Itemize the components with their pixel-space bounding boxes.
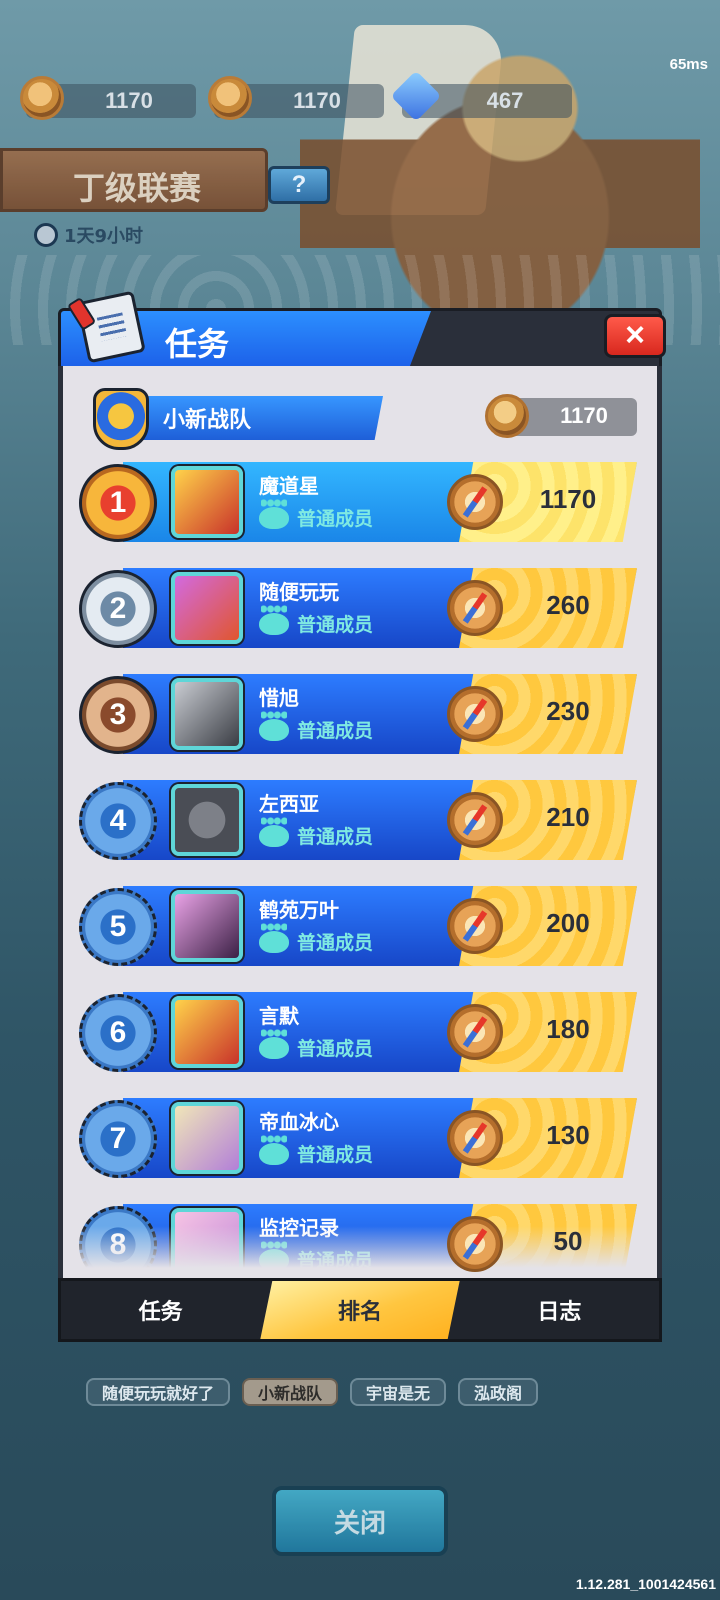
dialog-title: 任务	[165, 325, 230, 363]
resource-gem: 467	[390, 70, 572, 122]
member-score: 50	[553, 1226, 583, 1256]
avatar[interactable]	[171, 678, 243, 750]
ranking-row[interactable]: 5 鹤苑万叶 普通成员 200	[79, 886, 643, 972]
rank-gear-icon: 4	[79, 782, 157, 860]
rank-1-medal-icon: 1	[79, 464, 157, 542]
resource-value: 1170	[105, 88, 153, 113]
league-banner: 丁级联赛	[0, 148, 268, 212]
rank-2-medal-icon: 2	[79, 570, 157, 648]
paw-icon	[259, 604, 289, 635]
team-chip[interactable]: 宇宙是无	[350, 1378, 447, 1406]
compass-icon	[447, 686, 503, 742]
member-score: 210	[546, 802, 590, 832]
ranking-row[interactable]: 1 魔道星 普通成员 1170	[79, 462, 643, 548]
compass-icon	[447, 792, 503, 848]
paw-icon	[259, 498, 289, 529]
compass-coin-icon	[485, 394, 529, 438]
avatar[interactable]	[171, 890, 243, 962]
tab-ranking[interactable]: 排名	[260, 1281, 460, 1339]
member-role: 普通成员	[259, 922, 373, 955]
member-role: 普通成员	[259, 816, 373, 849]
compass-icon	[447, 1216, 503, 1272]
clock-icon	[34, 223, 58, 247]
compass-icon	[447, 1110, 503, 1166]
member-role: 普通成员	[259, 604, 373, 637]
avatar[interactable]	[171, 1102, 243, 1174]
tab-tasks[interactable]: 任务	[61, 1281, 260, 1339]
member-score: 260	[546, 590, 590, 620]
ranking-list[interactable]: 1 魔道星 普通成员 1170 2 随便玩玩 普通成员 260 3 惜旭 普通成…	[79, 462, 643, 1286]
close-button[interactable]: 关闭	[272, 1486, 448, 1556]
tab-log[interactable]: 日志	[460, 1281, 659, 1339]
dialog-header: 任务	[58, 308, 662, 370]
member-role: 普通成员	[259, 498, 373, 531]
compass-icon	[447, 1004, 503, 1060]
ranking-row[interactable]: 2 随便玩玩 普通成员 260	[79, 568, 643, 654]
gold-coin-icon	[208, 76, 252, 120]
member-role: 普通成员	[259, 1028, 373, 1061]
version-label: 1.12.281_1001424561	[575, 1576, 716, 1592]
rank-3-medal-icon: 3	[79, 676, 157, 754]
compass-coin-icon	[20, 76, 64, 120]
member-score: 180	[546, 1014, 590, 1044]
member-name: 鹤苑万叶	[259, 898, 339, 922]
rank-gear-icon: 5	[79, 888, 157, 966]
resource-gold: 1170	[208, 76, 384, 120]
member-name: 言默	[259, 1004, 299, 1028]
team-score-value: 1170	[560, 403, 608, 428]
clipboard-icon	[66, 290, 146, 364]
member-role: 普通成员	[259, 1134, 373, 1167]
close-dialog-button[interactable]: ×	[604, 314, 666, 358]
avatar[interactable]	[171, 572, 243, 644]
task-dialog: 任务 × 小新战队 1170 1 魔道星 普通成员 1170 2 随便玩玩 普通…	[58, 290, 666, 1348]
avatar[interactable]	[171, 996, 243, 1068]
ranking-row[interactable]: 4 左西亚 普通成员 210	[79, 780, 643, 866]
team-chip[interactable]: 随便玩玩就好了	[86, 1378, 231, 1406]
team-chip[interactable]: 泓政阁	[458, 1378, 539, 1406]
team-score: 1170	[485, 394, 637, 438]
member-name: 左西亚	[259, 792, 319, 816]
member-score: 1170	[539, 484, 597, 514]
resource-compass: 1170	[20, 76, 196, 120]
ranking-row[interactable]: 6 言默 普通成员 180	[79, 992, 643, 1078]
timer-text: 1天9小时	[64, 226, 144, 247]
help-button[interactable]: ?	[268, 166, 330, 204]
team-name: 小新战队	[163, 408, 252, 433]
compass-icon	[447, 580, 503, 636]
team-chip-selected[interactable]: 小新战队	[242, 1378, 339, 1406]
ranking-row[interactable]: 7 帝血冰心 普通成员 130	[79, 1098, 643, 1184]
dialog-tab-bar: 任务 排名 日志	[58, 1278, 662, 1342]
paw-icon	[259, 1134, 289, 1165]
member-name: 随便玩玩	[259, 580, 339, 604]
team-selector: 随便玩玩就好了 小新战队 宇宙是无 泓政阁	[86, 1378, 539, 1406]
member-name: 帝血冰心	[259, 1110, 339, 1134]
rank-gear-icon: 6	[79, 994, 157, 1072]
resource-value: 1170	[293, 88, 341, 113]
compass-icon	[447, 898, 503, 954]
resource-bar: 1170 1170 467	[20, 70, 572, 122]
ranking-row[interactable]: 3 惜旭 普通成员 230	[79, 674, 643, 760]
dialog-body: 小新战队 1170 1 魔道星 普通成员 1170 2 随便玩玩 普通成员 26…	[58, 366, 662, 1286]
rank-gear-icon: 7	[79, 1100, 157, 1178]
member-role: 普通成员	[259, 710, 373, 743]
member-score: 130	[546, 1120, 590, 1150]
resource-value: 467	[486, 88, 524, 113]
paw-icon	[259, 922, 289, 953]
team-shield-icon	[93, 388, 149, 450]
paw-icon	[259, 816, 289, 847]
league-title: 丁级联赛	[73, 169, 202, 207]
member-score: 200	[546, 908, 590, 938]
avatar[interactable]	[171, 784, 243, 856]
avatar[interactable]	[171, 466, 243, 538]
paw-icon	[259, 1028, 289, 1059]
ping-indicator: 65ms	[669, 56, 708, 73]
member-name: 魔道星	[259, 474, 319, 498]
compass-icon	[447, 474, 503, 530]
season-timer: 1天9小时	[34, 222, 143, 248]
member-score: 230	[546, 696, 590, 726]
team-name-bar: 小新战队	[93, 388, 383, 450]
paw-icon	[259, 710, 289, 741]
member-name: 惜旭	[259, 686, 299, 710]
